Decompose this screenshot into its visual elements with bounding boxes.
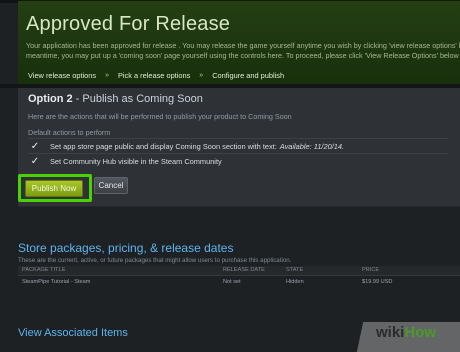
publish-now-button[interactable]: Publish Now — [25, 180, 83, 197]
intro-line-2: meantime, you may put up a 'coming soon'… — [26, 51, 460, 60]
release-date-cell: Not set — [223, 279, 241, 285]
breadcrumb-separator: » — [105, 71, 109, 79]
page-title: Approved For Release — [26, 13, 231, 35]
action-emphasis: Available: 11/20/14. — [279, 141, 345, 151]
option-number: Option 2 — [28, 93, 73, 105]
approval-banner: Approved For Release Your application ha… — [18, 0, 460, 85]
wikihow-logo: wikiHow — [376, 324, 437, 341]
option-description: Here are the actions that will be perfor… — [28, 112, 292, 121]
packages-table: PACKAGE TITLE RELEASE DATE STATE PRICE S… — [18, 266, 460, 287]
package-title-cell[interactable]: SteamPipe Tutorial - Steam — [22, 279, 90, 285]
state-cell: Hidden — [286, 279, 304, 285]
option-panel: Option 2 - Publish as Coming Soon Here a… — [18, 88, 460, 207]
cancel-button[interactable]: Cancel — [94, 177, 128, 194]
column-header: PACKAGE TITLE — [22, 267, 66, 273]
intro-text: Your application has been approved for r… — [26, 41, 460, 61]
store-packages-title[interactable]: Store packages, pricing, & release dates — [18, 241, 233, 255]
default-actions-label: Default actions to perform — [28, 128, 111, 137]
associated-items-title[interactable]: View Associated Items — [18, 327, 128, 339]
store-packages-description: These are the current, active, or future… — [18, 257, 292, 264]
action-item: ✓ Set Community Hub visible in the Steam… — [28, 153, 448, 168]
publish-highlight: Publish Now — [18, 174, 92, 202]
action-item: ✓ Set app store page public and display … — [28, 138, 448, 153]
breadcrumb-pick-release-option[interactable]: Pick a release options — [118, 71, 190, 80]
checkmark-icon: ✓ — [30, 155, 40, 167]
checkmark-icon: ✓ — [30, 140, 40, 152]
column-header: PRICE — [362, 267, 380, 273]
column-header: STATE — [286, 267, 304, 273]
breadcrumb-separator: » — [199, 71, 204, 79]
breadcrumb-configure-publish: Configure and publish — [212, 70, 285, 80]
breadcrumb: View release options » Pick a release op… — [28, 68, 284, 82]
intro-line-1: Your application has been approved for r… — [26, 41, 460, 50]
price-cell: $19.99 USD — [362, 279, 393, 285]
option-title-text: Publish as Coming Soon — [82, 93, 203, 105]
breadcrumb-view-release-options[interactable]: View release options — [28, 71, 96, 80]
option-title: Option 2 - Publish as Coming Soon — [28, 93, 203, 105]
table-header: PACKAGE TITLE RELEASE DATE STATE PRICE — [18, 266, 460, 276]
table-row[interactable]: SteamPipe Tutorial - Steam Not set Hidde… — [18, 277, 460, 288]
column-header: RELEASE DATE — [223, 267, 265, 273]
action-text: Set app store page public and display Co… — [50, 141, 277, 151]
action-text: Set Community Hub visible in the Steam C… — [50, 156, 222, 166]
